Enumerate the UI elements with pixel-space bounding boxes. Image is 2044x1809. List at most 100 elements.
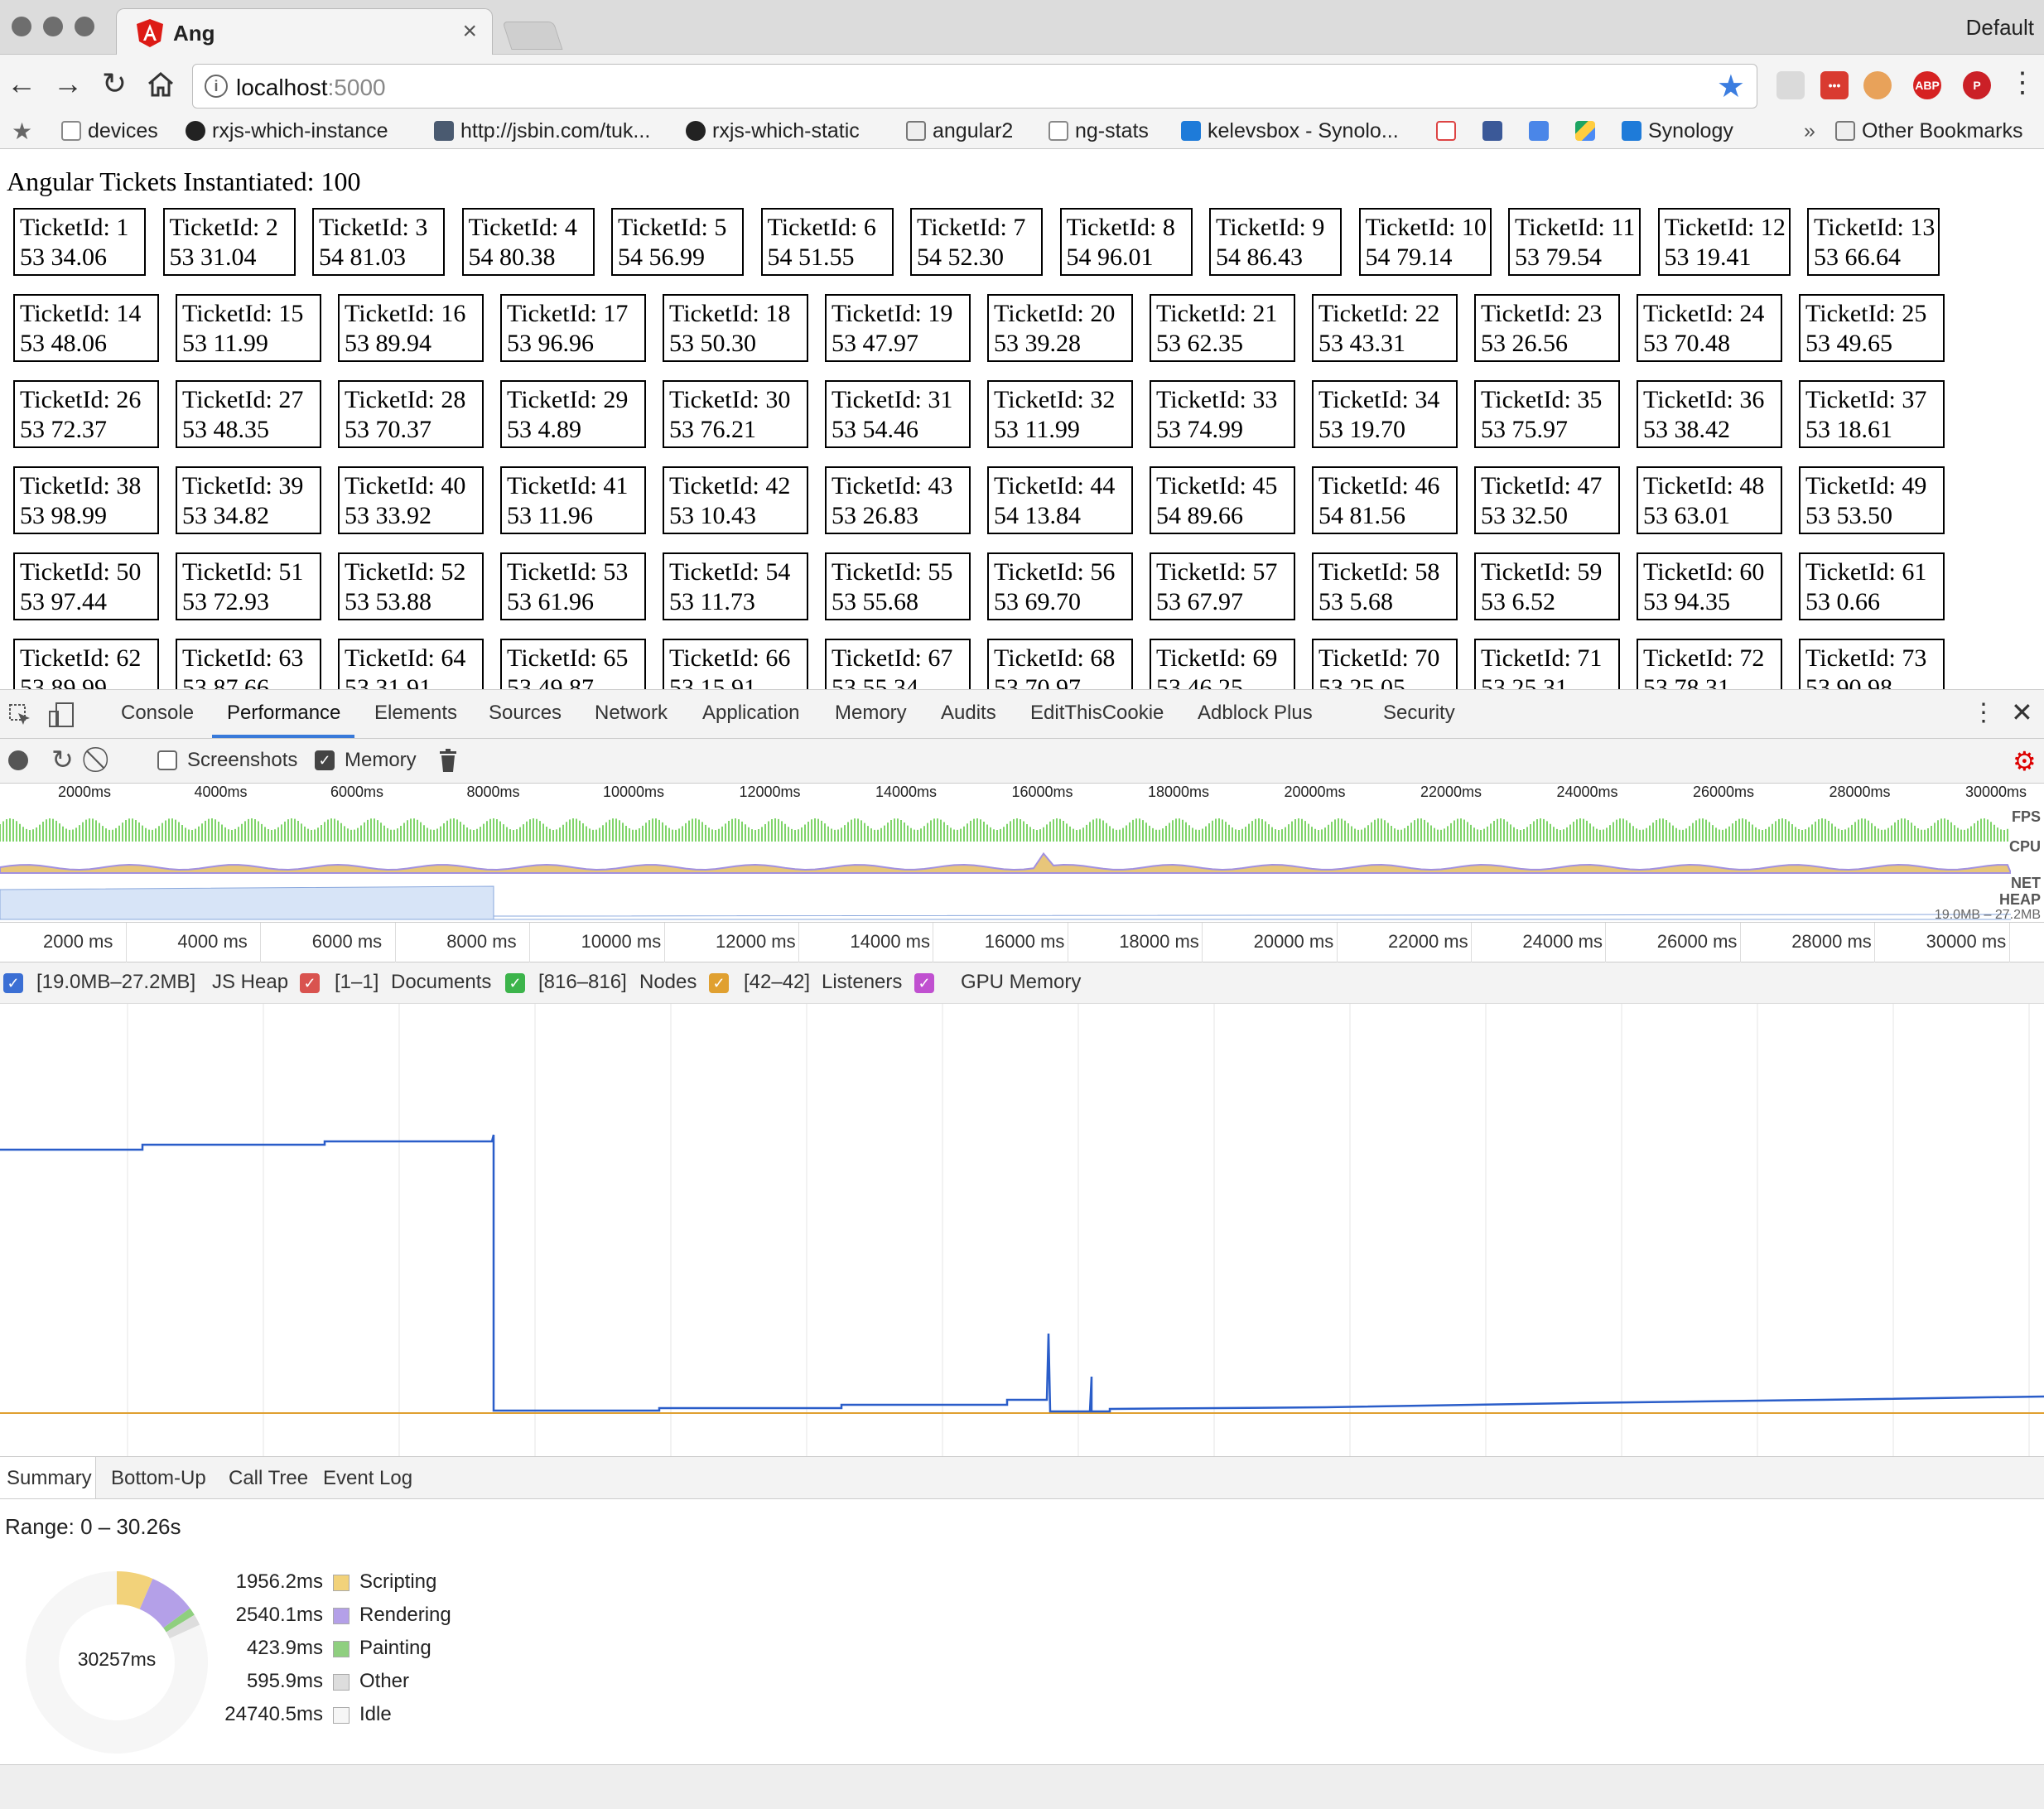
ticket-id: TicketId: 24 [1643,300,1765,327]
ticket-value: 54 81.03 [319,244,406,271]
ticket-card: TicketId: 43 53 26.83 [825,466,971,534]
ticket-card: TicketId: 48 53 63.01 [1637,466,1782,534]
profile-name[interactable]: Default [1966,15,2034,41]
ticket-card: TicketId: 8 54 96.01 [1059,208,1193,276]
ticket-id: TicketId: 60 [1643,558,1765,586]
bookmark-drive[interactable] [1575,119,1602,143]
browser-menu-icon[interactable]: ⋮ [2006,66,2039,99]
close-devtools-icon[interactable]: ✕ [2011,697,2033,728]
tab-performance[interactable]: Performance [227,702,340,725]
browser-toolbar: ← → ↻ i localhost:5000 ★ ••• ABP P ⋮ [0,55,2044,118]
ticket-id: TicketId: 49 [1805,472,1927,499]
tab-audits[interactable]: Audits [941,702,996,725]
extension-icon-pinterest[interactable]: P [1963,71,1991,99]
timeline-overview[interactable]: 2000ms 4000ms 6000ms 8000ms 10000ms 12000ms 14… [0,784,2044,923]
bookmark-kelevsbox[interactable]: kelevsbox - Synolo... [1181,119,1399,143]
legend-swatch [333,1707,350,1724]
bookmark-rxjs-which-static[interactable]: rxjs-which-static [686,119,860,143]
ticket-card: TicketId: 41 53 11.96 [500,466,646,534]
github-icon [686,121,706,141]
browser-tab[interactable]: Ang × [116,8,493,56]
bookmark-angular2[interactable]: angular2 [906,119,1013,143]
listeners-checkbox[interactable]: ✓ [709,973,729,993]
ticket-value: 54 89.66 [1156,502,1243,529]
tab-bottom-up[interactable]: Bottom-Up [111,1467,206,1490]
bookmark-rxjs-which-instance[interactable]: rxjs-which-instance [186,119,388,143]
bookmark-ng-stats[interactable]: ng-stats [1049,119,1149,143]
fps-bars [0,818,2008,842]
documents-checkbox[interactable]: ✓ [300,973,320,993]
tab-network[interactable]: Network [595,702,668,725]
ticket-value: 53 5.68 [1318,588,1393,615]
tab-application[interactable]: Application [702,702,799,725]
screenshots-checkbox[interactable] [157,750,177,770]
ticket-value: 53 89.94 [345,330,431,357]
js-heap-label: JS Heap [212,971,289,993]
bookmark-star-icon[interactable]: ★ [12,118,32,145]
tab-event-log[interactable]: Event Log [323,1467,412,1490]
gpu-memory-checkbox[interactable]: ✓ [914,973,934,993]
device-toolbar-icon[interactable] [48,702,76,728]
tab-adblock-plus[interactable]: Adblock Plus [1198,702,1313,725]
tab-close-icon[interactable]: × [462,17,477,46]
tab-summary[interactable]: Summary [7,1467,92,1490]
overview-tick: 22000ms [1420,784,1482,800]
address-bar[interactable]: i localhost:5000 ★ [192,64,1757,109]
bookmark-calendar[interactable] [1529,119,1555,143]
record-button[interactable] [8,750,28,770]
tab-memory[interactable]: Memory [835,702,907,725]
reload-icon[interactable]: ↻ [98,66,131,101]
bookmark-synology[interactable]: Synology [1622,119,1733,143]
tab-security[interactable]: Security [1383,702,1455,725]
extension-icon-adblock[interactable]: ABP [1913,71,1941,99]
capture-settings-icon[interactable]: ⚙ [2013,745,2037,777]
ticket-id: TicketId: 31 [832,386,953,413]
ticket-value: 53 25.05 [1318,674,1405,689]
tab-call-tree[interactable]: Call Tree [229,1467,308,1490]
ticket-value: 53 39.28 [994,330,1081,357]
memory-checkbox[interactable]: ✓ [315,750,335,770]
page-heading: Angular Tickets Instantiated: 100 [7,166,361,196]
legend-label: Painting [359,1637,431,1659]
extension-icon-cookie[interactable] [1863,71,1892,99]
tab-console[interactable]: Console [121,702,194,725]
ticket-card: TicketId: 67 53 55.34 [825,639,971,689]
ticket-card: TicketId: 44 54 13.84 [987,466,1133,534]
js-heap-checkbox[interactable]: ✓ [3,973,23,993]
window-title-bar: Ang × Default [0,0,2044,56]
close-window-button[interactable] [12,17,31,36]
minimize-window-button[interactable] [43,17,63,36]
home-icon[interactable] [144,71,177,98]
ticket-value: 53 48.06 [20,330,107,357]
tab-elements[interactable]: Elements [374,702,457,725]
ticket-id: TicketId: 12 [1664,214,1786,241]
bookmark-other-bookmarks[interactable]: Other Bookmarks [1835,119,2023,143]
bookmark-devices[interactable]: devices [61,119,158,143]
bookmark-facebook[interactable] [1482,119,1509,143]
bookmarks-overflow-icon[interactable]: » [1804,119,1815,143]
maximize-window-button[interactable] [75,17,94,36]
extension-icon-lastpass[interactable]: ••• [1820,71,1849,99]
inspect-element-icon[interactable] [8,703,31,726]
memory-graph[interactable] [0,1004,2044,1456]
reload-profile-icon[interactable]: ↻ [51,744,74,775]
new-tab-button[interactable] [502,22,563,50]
back-icon[interactable]: ← [5,66,38,101]
bookmark-gmail[interactable] [1436,119,1463,143]
site-info-icon[interactable]: i [205,75,228,98]
ticket-card: TicketId: 4 54 80.38 [461,208,595,276]
collect-garbage-icon[interactable] [439,749,457,772]
tab-sources[interactable]: Sources [489,702,562,725]
ticket-card: TicketId: 57 53 67.97 [1150,552,1295,620]
bookmark-star-icon[interactable]: ★ [1717,68,1745,105]
ticket-value: 53 54.46 [832,416,918,443]
bookmark-jsbin[interactable]: http://jsbin.com/tuk... [434,119,650,143]
ticket-card: TicketId: 61 53 0.66 [1799,552,1945,620]
devtools-menu-icon[interactable]: ⋮ [1971,698,1996,727]
ticket-card: TicketId: 40 53 33.92 [338,466,484,534]
tab-editthiscookie[interactable]: EditThisCookie [1030,702,1164,725]
nodes-checkbox[interactable]: ✓ [505,973,525,993]
forward-icon[interactable]: → [51,66,84,101]
url-text[interactable]: localhost:5000 [236,75,386,101]
extension-icon-grey[interactable] [1776,71,1805,99]
